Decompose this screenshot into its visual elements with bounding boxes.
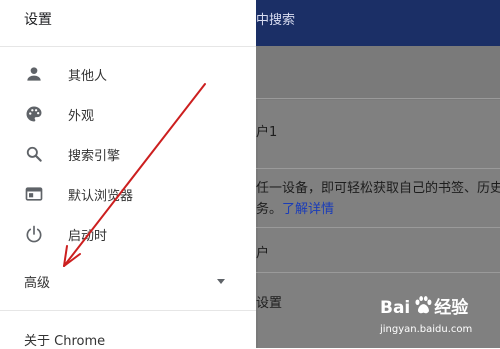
baidu-jingyan-watermark: Bai 经验 jingyan.baidu.com	[380, 293, 500, 348]
caret-down-icon	[217, 279, 225, 284]
nav-label-search-engine: 搜索引擎	[68, 149, 121, 164]
nav-label-people: 其他人	[68, 69, 108, 84]
card-divider	[256, 227, 500, 228]
sync-description: 任一设备，即可轻松获取自己的书签、历史	[256, 181, 500, 196]
card-divider	[256, 168, 500, 169]
watermark-url: jingyan.baidu.com	[380, 324, 473, 335]
advanced-toggle[interactable]: 高级	[0, 262, 256, 298]
user-name: 户1	[256, 125, 278, 140]
card-divider	[256, 98, 500, 99]
sync-description-end: 务。了解详情	[256, 198, 334, 217]
nav-label-on-startup: 启动时	[68, 229, 108, 244]
paw-icon	[415, 296, 432, 314]
about-chrome-link[interactable]: 关于 Chrome	[24, 330, 105, 349]
settings-drawer: 设置 其他人 外观 搜索引擎 默认浏览器 启动时 高级 关于 Chrome	[0, 0, 256, 349]
nav-item-people[interactable]: 其他人	[0, 54, 256, 94]
search-icon	[26, 146, 42, 162]
power-icon	[26, 225, 42, 243]
settings-row-label[interactable]: 设置	[256, 292, 282, 311]
browser-icon	[25, 187, 43, 201]
nav-item-default-browser[interactable]: 默认浏览器	[0, 174, 256, 214]
drawer-divider	[0, 46, 256, 47]
palette-icon	[26, 106, 42, 122]
people-row-label[interactable]: 户	[256, 242, 269, 261]
nav-item-on-startup[interactable]: 启动时	[0, 214, 256, 254]
nav-label-appearance: 外观	[68, 109, 95, 124]
person-icon	[27, 67, 41, 81]
nav-label-default-browser: 默认浏览器	[68, 189, 134, 204]
card-divider	[256, 272, 500, 273]
drawer-divider	[0, 310, 256, 311]
learn-more-link[interactable]: 了解详情	[282, 202, 334, 217]
drawer-title: 设置	[24, 12, 52, 28]
advanced-label: 高级	[24, 276, 51, 291]
sync-description-tail: 务。	[256, 202, 283, 217]
nav-item-appearance[interactable]: 外观	[0, 94, 256, 134]
search-settings-text[interactable]: 中搜索	[256, 9, 295, 28]
nav-item-search-engine[interactable]: 搜索引擎	[0, 134, 256, 174]
